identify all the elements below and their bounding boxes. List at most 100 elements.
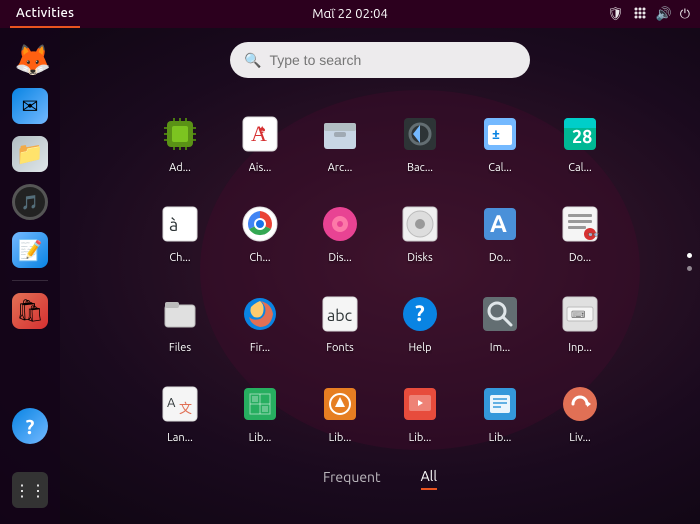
app-label-input: Inp... xyxy=(568,342,592,354)
app-label-files: Files xyxy=(169,342,191,354)
app-label-firefox: Fir... xyxy=(250,342,270,354)
app-label-libre-impress: Lib... xyxy=(409,432,432,444)
app-item-calcurse[interactable]: ± Cal... xyxy=(460,96,540,186)
svg-text:⌨: ⌨ xyxy=(571,309,585,320)
app-item-calendar[interactable]: 28 Cal... xyxy=(540,96,620,186)
search-bar[interactable]: 🔍 xyxy=(230,42,530,78)
tab-all[interactable]: All xyxy=(421,468,437,490)
app-item-libre-calc[interactable]: Lib... xyxy=(220,366,300,456)
app-icon-backup xyxy=(396,110,444,158)
search-icon: 🔍 xyxy=(244,52,261,69)
power-icon[interactable]: ⏻ xyxy=(680,7,690,22)
app-item-aisleriot[interactable]: A♠ Ais... xyxy=(220,96,300,186)
volume-icon[interactable]: 🔊 xyxy=(656,7,672,22)
app-item-help[interactable]: ? Help xyxy=(380,276,460,366)
app-item-fonts[interactable]: abcFonts xyxy=(300,276,380,366)
app-label-lang: Lan... xyxy=(167,432,193,444)
app-label-backup: Bac... xyxy=(407,162,433,174)
app-icon-libre-impress xyxy=(396,380,444,428)
app-item-imageviewer[interactable]: Im... xyxy=(460,276,540,366)
sidebar-divider xyxy=(12,280,48,281)
app-label-libre-writer: Lib... xyxy=(489,432,512,444)
dot-2 xyxy=(687,266,692,271)
app-item-disks-tool[interactable]: Dis... xyxy=(300,186,380,276)
app-label-cpu: Ad... xyxy=(169,162,191,174)
tab-frequent[interactable]: Frequent xyxy=(323,469,381,489)
app-icon-fonts: abc xyxy=(316,290,364,338)
app-item-input[interactable]: ⌨ Inp... xyxy=(540,276,620,366)
app-label-docviewer: Do... xyxy=(489,252,511,264)
sidebar-item-grid[interactable]: ⋮⋮ xyxy=(8,468,52,512)
app-icon-disks-tool xyxy=(316,200,364,248)
app-icon-disks xyxy=(396,200,444,248)
app-item-chromium[interactable]: Ch... xyxy=(220,186,300,276)
app-icon-docreader: 👓 xyxy=(556,200,604,248)
app-icon-chromium xyxy=(236,200,284,248)
sidebar-item-firefox[interactable]: 🦊 xyxy=(8,36,52,80)
app-icon-livepatch xyxy=(556,380,604,428)
app-icon-archive xyxy=(316,110,364,158)
app-item-libre-writer[interactable]: Lib... xyxy=(460,366,540,456)
svg-text:±: ± xyxy=(492,126,500,142)
app-item-backup[interactable]: Bac... xyxy=(380,96,460,186)
app-icon-files xyxy=(156,290,204,338)
app-label-libre-draw: Lib... xyxy=(329,432,352,444)
app-item-livepatch[interactable]: Liv... xyxy=(540,366,620,456)
svg-text:A: A xyxy=(490,210,507,237)
sidebar-item-files[interactable]: 📁 xyxy=(8,132,52,176)
app-item-disks[interactable]: Disks xyxy=(380,186,460,276)
app-label-imageviewer: Im... xyxy=(490,342,510,354)
sidebar-item-rhythmbox[interactable]: 🎵 xyxy=(8,180,52,224)
sidebar-item-email[interactable]: ✉ xyxy=(8,84,52,128)
main-area: 🔍 Ad...A♠Ais...Arc...Bac...±Cal...28Cal.… xyxy=(60,28,700,524)
app-label-disks: Disks xyxy=(407,252,433,264)
app-item-docviewer[interactable]: A Do... xyxy=(460,186,540,276)
svg-text:à: à xyxy=(169,215,178,235)
topbar-left: Activities xyxy=(10,0,80,28)
sidebar-item-appstore[interactable]: 🛍 xyxy=(8,289,52,333)
app-item-libre-draw[interactable]: Lib... xyxy=(300,366,380,456)
app-item-lang[interactable]: A文Lan... xyxy=(140,366,220,456)
app-icon-docviewer: A xyxy=(476,200,524,248)
app-item-docreader[interactable]: 👓 Do... xyxy=(540,186,620,276)
app-label-calendar: Cal... xyxy=(568,162,591,174)
app-item-firefox[interactable]: Fir... xyxy=(220,276,300,366)
app-icon-aisleriot: A♠ xyxy=(236,110,284,158)
app-label-libre-calc: Lib... xyxy=(249,432,272,444)
sidebar-item-help[interactable]: ? xyxy=(8,404,52,448)
sidebar-item-writer[interactable]: 📝 xyxy=(8,228,52,272)
svg-text:28: 28 xyxy=(572,127,592,147)
app-item-files[interactable]: Files xyxy=(140,276,220,366)
svg-text:abc: abc xyxy=(327,307,353,325)
app-label-archive: Arc... xyxy=(328,162,353,174)
dot-1 xyxy=(687,253,692,258)
svg-text:👓: 👓 xyxy=(587,229,599,240)
app-label-help: Help xyxy=(408,342,431,354)
app-icon-calcurse: ± xyxy=(476,110,524,158)
app-icon-input: ⌨ xyxy=(556,290,604,338)
app-item-chars[interactable]: à Ch... xyxy=(140,186,220,276)
app-icon-libre-writer xyxy=(476,380,524,428)
app-label-livepatch: Liv... xyxy=(569,432,590,444)
page-dots xyxy=(687,253,692,271)
svg-text:?: ? xyxy=(415,301,425,326)
app-item-libre-impress[interactable]: Lib... xyxy=(380,366,460,456)
topbar-datetime: Μαΐ 22 02:04 xyxy=(312,7,388,21)
topbar-right: 🛡 🔊 ⏻ xyxy=(607,5,690,24)
app-item-cpu[interactable]: Ad... xyxy=(140,96,220,186)
app-grid: Ad...A♠Ais...Arc...Bac...±Cal...28Cal...… xyxy=(140,96,620,456)
sidebar-bottom: ? ⋮⋮ xyxy=(8,404,52,512)
app-label-chromium: Ch... xyxy=(249,252,270,264)
app-label-chars: Ch... xyxy=(169,252,190,264)
activities-label[interactable]: Activities xyxy=(10,0,80,28)
app-icon-cpu xyxy=(156,110,204,158)
app-label-aisleriot: Ais... xyxy=(249,162,272,174)
app-icon-libre-draw xyxy=(316,380,364,428)
svg-text:文: 文 xyxy=(179,402,192,416)
app-label-docreader: Do... xyxy=(569,252,591,264)
svg-text:♠: ♠ xyxy=(259,123,266,136)
network-icon[interactable] xyxy=(632,5,648,24)
app-item-archive[interactable]: Arc... xyxy=(300,96,380,186)
app-label-calcurse: Cal... xyxy=(488,162,511,174)
search-input[interactable] xyxy=(269,52,516,68)
